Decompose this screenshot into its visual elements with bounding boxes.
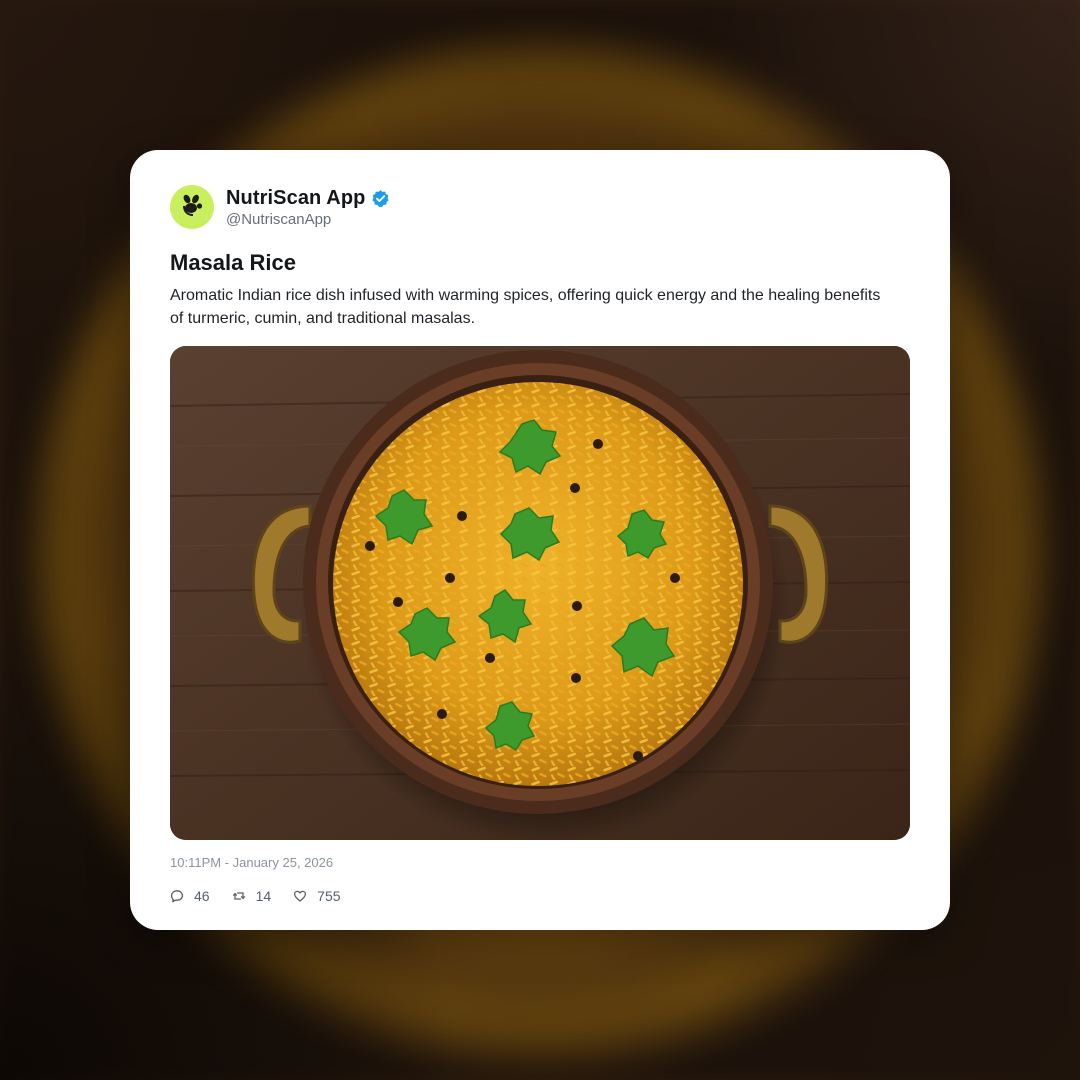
author-handle[interactable]: @NutriscanApp (226, 211, 390, 228)
post-actions: 46 14 755 (170, 886, 910, 906)
like-count: 755 (317, 888, 341, 904)
repost-icon (232, 889, 246, 903)
author-display-name[interactable]: NutriScan App (226, 187, 365, 210)
author-info: NutriScan App @NutriscanApp (226, 186, 390, 228)
heart-icon (293, 889, 307, 903)
post-image[interactable] (170, 346, 910, 840)
avatar[interactable] (170, 185, 214, 229)
screen: NutriScan App @NutriscanApp Masala Rice … (0, 0, 1080, 1080)
post-header: NutriScan App @NutriscanApp (170, 184, 910, 230)
verified-badge-icon (371, 189, 390, 208)
post-card: NutriScan App @NutriscanApp Masala Rice … (130, 150, 950, 930)
repost-count: 14 (255, 888, 272, 904)
like-button[interactable]: 755 (293, 888, 341, 904)
author-name-row: NutriScan App (226, 186, 390, 210)
post-title: Masala Rice (170, 250, 296, 275)
reply-button[interactable]: 46 (170, 888, 210, 904)
post-body: Aromatic Indian rice dish infused with w… (170, 287, 881, 327)
reply-icon (170, 889, 184, 903)
nutriscan-logo-icon (177, 190, 207, 225)
reply-count: 46 (194, 888, 210, 904)
repost-button[interactable]: 14 (232, 888, 272, 904)
masala-rice-photo (170, 346, 910, 840)
post-timestamp[interactable]: 10:11PM - January 25, 2026 (170, 854, 910, 872)
